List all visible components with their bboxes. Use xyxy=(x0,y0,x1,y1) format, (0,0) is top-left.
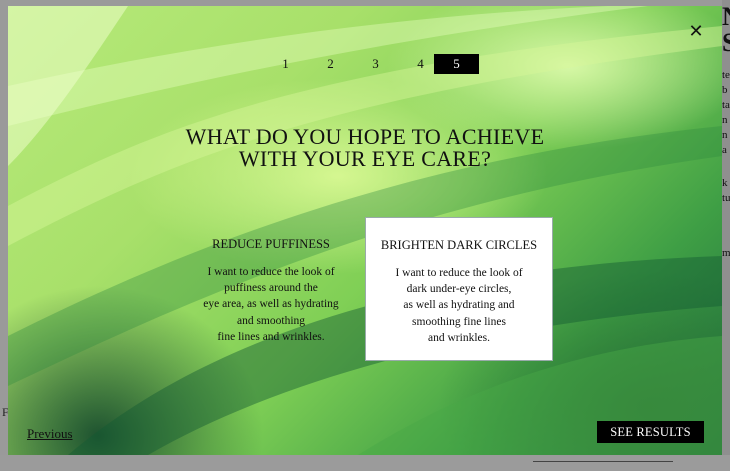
option-desc-line: I want to reduce the look of xyxy=(395,267,523,279)
question-line: WHAT DO YOU HOPE TO ACHIEVE xyxy=(185,124,545,149)
option-desc-line: and wrinkles. xyxy=(428,331,490,344)
option-description: I want to reduce the look of dark under-… xyxy=(366,265,552,346)
bg-fragment: n xyxy=(722,114,728,126)
option-desc-line: dark under-eye circles, xyxy=(406,283,512,296)
option-description: I want to reduce the look of puffiness a… xyxy=(177,264,365,345)
option-title: BRIGHTEN DARK CIRCLES xyxy=(380,238,538,252)
option-desc-line: smoothing fine lines xyxy=(412,315,506,328)
bg-fragment: b xyxy=(722,84,728,96)
step-3[interactable]: 3 xyxy=(353,54,398,74)
option-desc-line: I want to reduce the look of xyxy=(207,266,335,278)
step-1[interactable]: 1 xyxy=(263,54,308,74)
see-results-button[interactable]: SEE RESULTS xyxy=(597,421,704,443)
step-2[interactable]: 2 xyxy=(308,54,353,74)
bg-fragment: m xyxy=(722,247,730,259)
bg-fragment: n xyxy=(722,129,728,141)
bg-fragment: te xyxy=(722,69,730,81)
option-desc-line: fine lines and wrinkles. xyxy=(217,330,325,343)
step-5[interactable]: 5 xyxy=(434,54,479,74)
bg-fragment: S xyxy=(722,28,730,57)
option-desc-line: and smoothing xyxy=(236,314,306,327)
close-icon[interactable]: ✕ xyxy=(688,23,704,41)
previous-link[interactable]: Previous xyxy=(27,426,73,442)
question-line: WITH YOUR EYE CARE? xyxy=(238,146,492,171)
option-reduce-puffiness[interactable]: REDUCE PUFFINESS I want to reduce the lo… xyxy=(177,217,365,361)
option-desc-line: eye area, as well as hydrating xyxy=(203,298,339,311)
bg-fragment: ta xyxy=(722,99,730,111)
option-desc-line: puffiness around the xyxy=(224,282,318,295)
option-title: REDUCE PUFFINESS xyxy=(212,237,330,251)
background-page-right-edge: N S te b ta n n a k tu m xyxy=(722,0,730,471)
bg-fragment: a xyxy=(722,144,727,156)
bg-fragment: k xyxy=(722,177,728,189)
quiz-modal: ✕ 1 2 3 4 5 WHAT DO YOU HOPE TO ACHIEVE … xyxy=(8,6,722,455)
background-page-bottom xyxy=(0,455,730,471)
bg-fragment: tu xyxy=(722,192,730,204)
option-desc-line: as well as hydrating and xyxy=(403,299,515,312)
option-brighten-dark-circles[interactable]: BRIGHTEN DARK CIRCLES I want to reduce t… xyxy=(365,217,553,361)
bg-fragment: N xyxy=(722,4,730,30)
question-title: WHAT DO YOU HOPE TO ACHIEVE WITH YOUR EY… xyxy=(8,126,722,170)
